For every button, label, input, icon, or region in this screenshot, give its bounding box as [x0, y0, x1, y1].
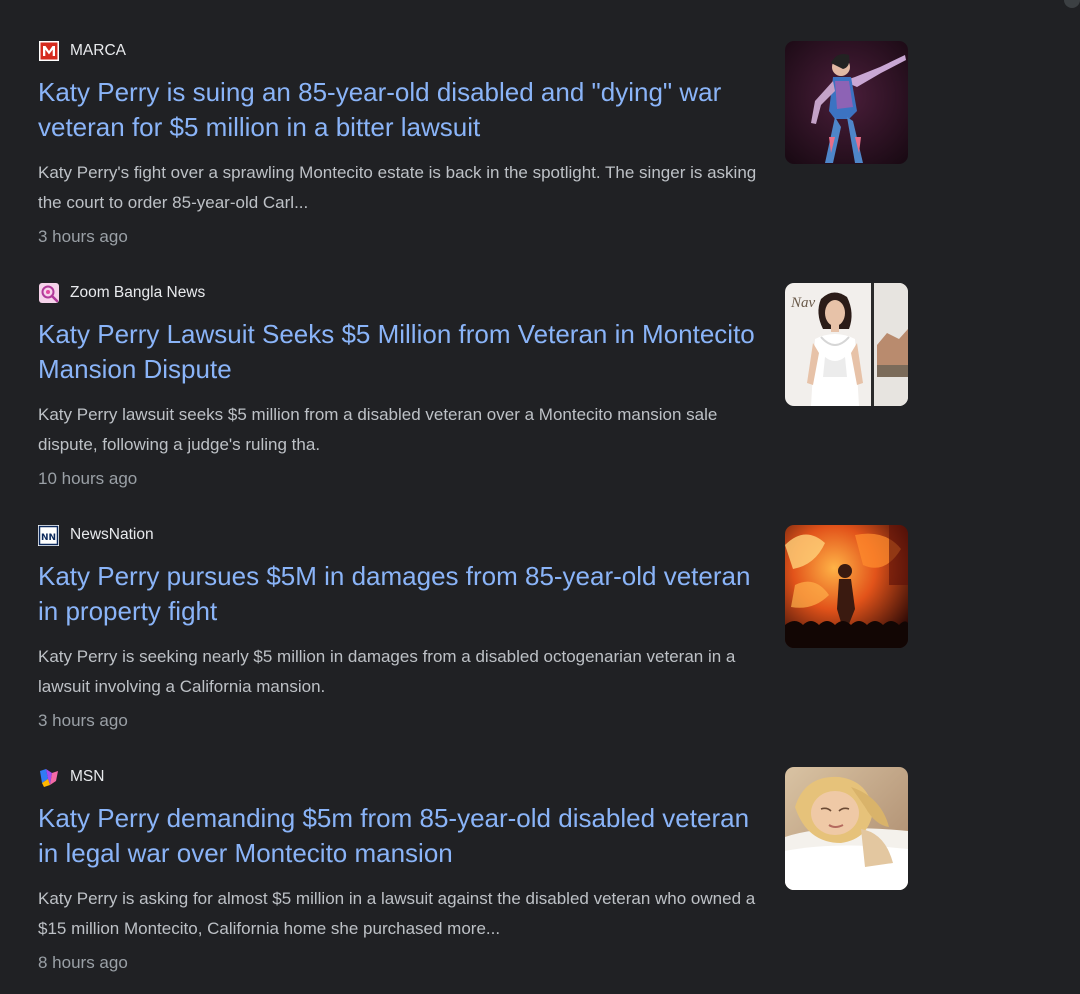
headline-link[interactable]: Katy Perry pursues $5M in damages from 8… — [38, 559, 763, 628]
thumbnail-image[interactable] — [785, 525, 908, 648]
headline-link[interactable]: Katy Perry Lawsuit Seeks $5 Million from… — [38, 317, 763, 386]
snippet: Katy Perry's fight over a sprawling Mont… — [38, 163, 757, 212]
news-card-text: MARCA Katy Perry is suing an 85-year-old… — [38, 40, 763, 249]
news-card-text: MSN Katy Perry demanding $5m from 85-yea… — [38, 766, 763, 975]
snippet: Katy Perry lawsuit seeks $5 million from… — [38, 405, 718, 454]
news-card[interactable]: Zoom Bangla News Katy Perry Lawsuit Seek… — [38, 282, 918, 524]
timestamp: 3 hours ago — [38, 227, 128, 246]
timestamp: 8 hours ago — [38, 953, 128, 972]
marca-logo-icon — [38, 41, 59, 62]
source-name: MARCA — [70, 42, 126, 59]
source-name: Zoom Bangla News — [70, 284, 206, 301]
source-row: MARCA — [38, 40, 763, 62]
source-name: MSN — [70, 768, 105, 785]
snippet: Katy Perry is asking for almost $5 milli… — [38, 889, 756, 938]
cut-off-text — [40, 0, 135, 2]
thumbnail-image[interactable] — [785, 767, 908, 890]
headline-link[interactable]: Katy Perry is suing an 85-year-old disab… — [38, 75, 763, 144]
source-row: MSN — [38, 766, 763, 788]
source-row: NN NewsNation — [38, 524, 763, 546]
scroll-indicator[interactable] — [1064, 0, 1080, 8]
timestamp: 10 hours ago — [38, 469, 138, 488]
news-card-text: NN NewsNation Katy Perry pursues $5M in … — [38, 524, 763, 733]
source-name: NewsNation — [70, 526, 154, 543]
newsnation-logo-icon: NN — [38, 524, 59, 546]
timestamp: 3 hours ago — [38, 711, 128, 730]
news-card[interactable]: MARCA Katy Perry is suing an 85-year-old… — [38, 40, 918, 282]
news-feed: MARCA Katy Perry is suing an 85-year-old… — [38, 40, 918, 994]
svg-text:Nav: Nav — [790, 295, 816, 311]
news-card[interactable]: MSN Katy Perry demanding $5m from 85-yea… — [38, 766, 918, 994]
headline-link[interactable]: Katy Perry demanding $5m from 85-year-ol… — [38, 801, 763, 870]
news-card-text: Zoom Bangla News Katy Perry Lawsuit Seek… — [38, 282, 763, 491]
news-card[interactable]: NN NewsNation Katy Perry pursues $5M in … — [38, 524, 918, 766]
zoom-bangla-logo-icon — [38, 283, 59, 304]
thumbnail-image[interactable]: Nav — [785, 283, 908, 406]
msn-logo-icon — [38, 767, 59, 788]
source-row: Zoom Bangla News — [38, 282, 763, 304]
news-results-page: MARCA Katy Perry is suing an 85-year-old… — [0, 0, 1080, 994]
svg-text:NN: NN — [41, 533, 56, 543]
thumbnail-image[interactable] — [785, 41, 908, 164]
snippet: Katy Perry is seeking nearly $5 million … — [38, 647, 736, 696]
